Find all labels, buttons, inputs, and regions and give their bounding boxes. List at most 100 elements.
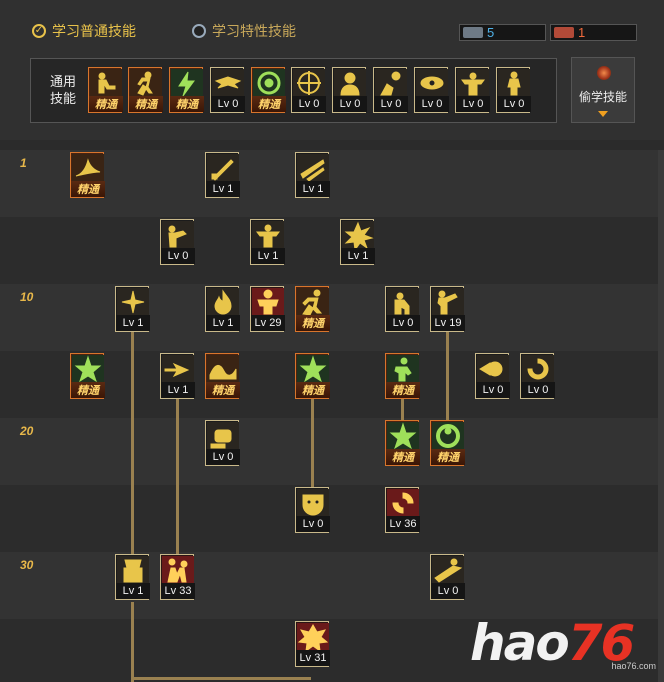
skill-level-label: Lv 19 — [431, 315, 465, 331]
tree-skill-slot[interactable]: 精通 — [205, 353, 240, 399]
watermark-prefix: hao — [470, 614, 570, 672]
eye-icon — [416, 69, 448, 98]
tree-connector — [131, 602, 134, 682]
tree-connector — [131, 332, 134, 556]
common-skill-slot[interactable]: 精通 — [251, 67, 286, 113]
person-run-icon — [130, 69, 162, 98]
person-gear-icon — [375, 69, 407, 98]
tree-skill-slot[interactable]: 精通 — [385, 420, 420, 466]
skill-level-label: 精通 — [296, 382, 330, 398]
tree-skill-slot[interactable]: Lv 29 — [250, 286, 285, 332]
ring-green-icon — [432, 422, 464, 451]
star-green-icon — [297, 355, 329, 384]
common-skill-slot[interactable]: Lv 0 — [210, 67, 245, 113]
common-skill-slot[interactable]: Lv 0 — [291, 67, 326, 113]
tree-skill-slot[interactable]: 精通 — [70, 353, 105, 399]
duel-icon — [162, 556, 194, 585]
dropdown-arrow-icon[interactable] — [598, 111, 608, 117]
tree-skill-slot[interactable]: 精通 — [295, 286, 330, 332]
tab-label: 学习特性技能 — [212, 23, 296, 39]
tab-learn-normal-skills[interactable]: ✓ 学习普通技能 — [32, 20, 136, 42]
tree-skill-slot[interactable]: Lv 31 — [295, 621, 330, 667]
slash-icon — [297, 154, 329, 183]
skill-level-label: 精通 — [206, 382, 240, 398]
level-marker: 10 — [20, 290, 34, 304]
steal-orb-icon — [597, 66, 611, 80]
tree-skill-slot[interactable]: Lv 1 — [160, 353, 195, 399]
tree-skill-slot[interactable]: Lv 0 — [160, 219, 195, 265]
skill-level-label: Lv 33 — [161, 583, 195, 599]
tree-row — [0, 217, 658, 284]
skill-level-label: Lv 0 — [497, 96, 531, 112]
tree-skill-slot[interactable]: 精通 — [295, 353, 330, 399]
steal-skill-button[interactable]: 偷学技能 — [571, 57, 635, 123]
tree-skill-slot[interactable]: Lv 1 — [295, 152, 330, 198]
checkbox-checked-icon: ✓ — [32, 24, 46, 38]
wings-icon — [212, 69, 244, 98]
skill-level-label: Lv 0 — [292, 96, 326, 112]
label-line: 通用 — [49, 74, 76, 89]
skill-level-label: 精通 — [89, 96, 123, 112]
scrollbar[interactable] — [658, 150, 664, 682]
skill-level-label: Lv 0 — [476, 382, 510, 398]
tree-skill-slot[interactable]: 精通 — [385, 353, 420, 399]
skill-level-label: 精通 — [431, 449, 465, 465]
skill-level-label: Lv 0 — [415, 96, 449, 112]
crouch-icon — [387, 288, 419, 317]
common-skills-box: 通用 技能 精通 精通 精通 Lv 0 精通 Lv 0 Lv 0 Lv 0 Lv 0 Lv 0 Lv… — [30, 58, 557, 123]
tree-connector — [446, 332, 449, 422]
steal-skill-label: 偷学技能 — [578, 90, 627, 104]
tab-learn-trait-skills[interactable]: 学习特性技能 — [192, 20, 296, 42]
tree-skill-slot[interactable]: Lv 0 — [520, 353, 555, 399]
common-skill-slot[interactable]: 精通 — [169, 67, 204, 113]
tree-skill-slot[interactable]: Lv 1 — [205, 286, 240, 332]
slide-icon — [432, 556, 464, 585]
common-skill-slot[interactable]: Lv 0 — [414, 67, 449, 113]
tree-skill-slot[interactable]: Lv 0 — [475, 353, 510, 399]
common-skill-slot[interactable]: Lv 0 — [373, 67, 408, 113]
common-skill-slot[interactable]: Lv 0 — [332, 67, 367, 113]
common-skill-slot[interactable]: Lv 0 — [455, 67, 490, 113]
skill-level-label: Lv 29 — [251, 315, 285, 331]
armor-icon — [117, 556, 149, 585]
tree-skill-slot[interactable]: Lv 1 — [115, 554, 150, 600]
skill-level-label: Lv 1 — [116, 315, 150, 331]
wave-icon — [207, 355, 239, 384]
skill-level-label: Lv 1 — [116, 583, 150, 599]
star-green-icon — [72, 355, 104, 384]
tree-skill-slot[interactable]: Lv 19 — [430, 286, 465, 332]
skill-tree: 1 10 20 30 精通 Lv 1 Lv 1 Lv 0 Lv 1 Lv 1 Lv 1 Lv … — [0, 150, 658, 682]
skill-level-label: Lv 1 — [341, 248, 375, 264]
skill-level-label: Lv 1 — [161, 382, 195, 398]
wing-icon — [72, 154, 104, 183]
runner-icon — [297, 288, 329, 317]
skill-level-label: 精通 — [170, 96, 204, 112]
tree-skill-slot[interactable]: Lv 1 — [115, 286, 150, 332]
dash-icon — [162, 355, 194, 384]
target-icon — [293, 69, 325, 98]
burst-icon — [342, 221, 374, 250]
person-stand-icon — [498, 69, 530, 98]
strong-icon — [457, 69, 489, 98]
skill-level-label: Lv 1 — [206, 181, 240, 197]
tree-skill-slot[interactable]: Lv 33 — [160, 554, 195, 600]
tree-skill-slot[interactable]: Lv 0 — [430, 554, 465, 600]
normal-skill-points: 5 — [459, 24, 546, 41]
mask-icon — [297, 489, 329, 518]
tree-skill-slot[interactable]: Lv 1 — [205, 152, 240, 198]
tree-skill-slot[interactable]: Lv 1 — [250, 219, 285, 265]
tree-skill-slot[interactable]: Lv 36 — [385, 487, 420, 533]
tree-skill-slot[interactable]: Lv 0 — [385, 286, 420, 332]
skill-level-label: Lv 0 — [521, 382, 555, 398]
tree-skill-slot[interactable]: 精通 — [430, 420, 465, 466]
tree-skill-slot[interactable]: 精通 — [70, 152, 105, 198]
tree-skill-slot[interactable]: Lv 1 — [340, 219, 375, 265]
person-hood-icon — [334, 69, 366, 98]
common-skill-slot[interactable]: 精通 — [128, 67, 163, 113]
skill-level-label: Lv 0 — [374, 96, 408, 112]
tree-skill-slot[interactable]: Lv 0 — [295, 487, 330, 533]
strong-icon — [252, 221, 284, 250]
common-skill-slot[interactable]: 精通 — [88, 67, 123, 113]
common-skill-slot[interactable]: Lv 0 — [496, 67, 531, 113]
tree-skill-slot[interactable]: Lv 0 — [205, 420, 240, 466]
